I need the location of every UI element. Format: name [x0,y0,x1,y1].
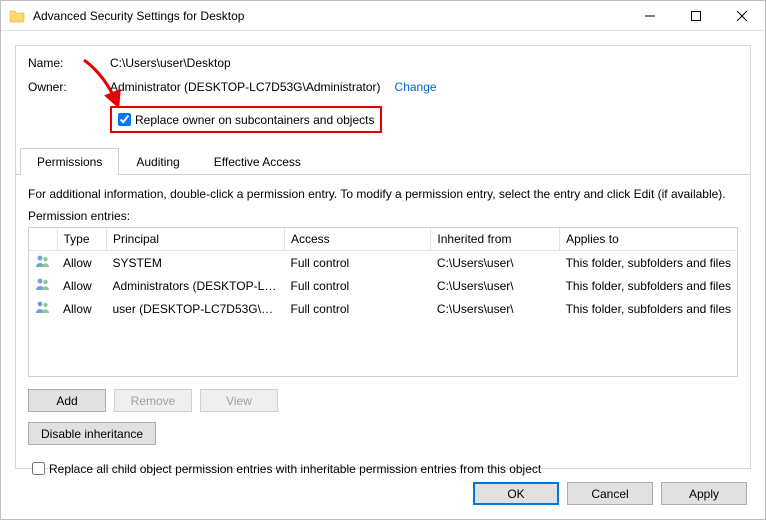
ok-button[interactable]: OK [473,482,559,505]
tab-effective-access[interactable]: Effective Access [197,148,318,175]
cell-type: Allow [57,251,106,275]
col-type[interactable]: Type [57,228,106,251]
cell-access: Full control [284,297,430,320]
tabstrip: Permissions Auditing Effective Access [16,147,750,175]
info-text: For additional information, double-click… [28,187,738,201]
remove-button[interactable]: Remove [114,389,192,412]
cell-applies: This folder, subfolders and files [560,251,737,275]
people-icon [35,276,51,292]
maximize-button[interactable] [673,1,719,31]
owner-value: Administrator (DESKTOP-LC7D53G\Administr… [110,80,381,94]
cell-type: Allow [57,274,106,297]
replace-all-children-label[interactable]: Replace all child object permission entr… [49,462,541,476]
cell-principal: SYSTEM [106,251,284,275]
col-icon[interactable] [29,228,57,251]
owner-label: Owner: [28,80,110,94]
replace-all-children-checkbox[interactable] [32,462,45,475]
table-row[interactable]: AllowSYSTEMFull controlC:\Users\user\Thi… [29,251,737,275]
titlebar: Advanced Security Settings for Desktop [1,1,765,31]
minimize-button[interactable] [627,1,673,31]
folder-icon [9,8,25,24]
name-value: C:\Users\user\Desktop [110,56,231,70]
col-access[interactable]: Access [284,228,430,251]
cancel-button[interactable]: Cancel [567,482,653,505]
people-icon [35,253,51,269]
replace-owner-label[interactable]: Replace owner on subcontainers and objec… [135,113,374,127]
change-owner-link[interactable]: Change [395,80,437,94]
table-row[interactable]: Allowuser (DESKTOP-LC7D53G\user)Full con… [29,297,737,320]
cell-access: Full control [284,251,430,275]
cell-principal: user (DESKTOP-LC7D53G\user) [106,297,284,320]
replace-owner-highlight: Replace owner on subcontainers and objec… [110,106,382,133]
view-button[interactable]: View [200,389,278,412]
add-button[interactable]: Add [28,389,106,412]
cell-inherited: C:\Users\user\ [431,274,560,297]
disable-inheritance-button[interactable]: Disable inheritance [28,422,156,445]
cell-access: Full control [284,274,430,297]
content-panel: Name: C:\Users\user\Desktop Owner: Admin… [15,45,751,469]
tab-auditing[interactable]: Auditing [119,148,196,175]
col-applies[interactable]: Applies to [560,228,737,251]
tab-permissions[interactable]: Permissions [20,148,119,175]
people-icon [35,299,51,315]
cell-principal: Administrators (DESKTOP-LC7... [106,274,284,297]
entries-label: Permission entries: [28,209,738,223]
cell-type: Allow [57,297,106,320]
name-label: Name: [28,56,110,70]
col-principal[interactable]: Principal [106,228,284,251]
cell-inherited: C:\Users\user\ [431,297,560,320]
permission-entries-table[interactable]: Type Principal Access Inherited from App… [28,227,738,377]
cell-inherited: C:\Users\user\ [431,251,560,275]
cell-applies: This folder, subfolders and files [560,297,737,320]
apply-button[interactable]: Apply [661,482,747,505]
close-button[interactable] [719,1,765,31]
dialog-footer: OK Cancel Apply [473,482,747,505]
table-row[interactable]: AllowAdministrators (DESKTOP-LC7...Full … [29,274,737,297]
col-inherited[interactable]: Inherited from [431,228,560,251]
replace-owner-checkbox[interactable] [118,113,131,126]
window-title: Advanced Security Settings for Desktop [33,9,244,23]
cell-applies: This folder, subfolders and files [560,274,737,297]
